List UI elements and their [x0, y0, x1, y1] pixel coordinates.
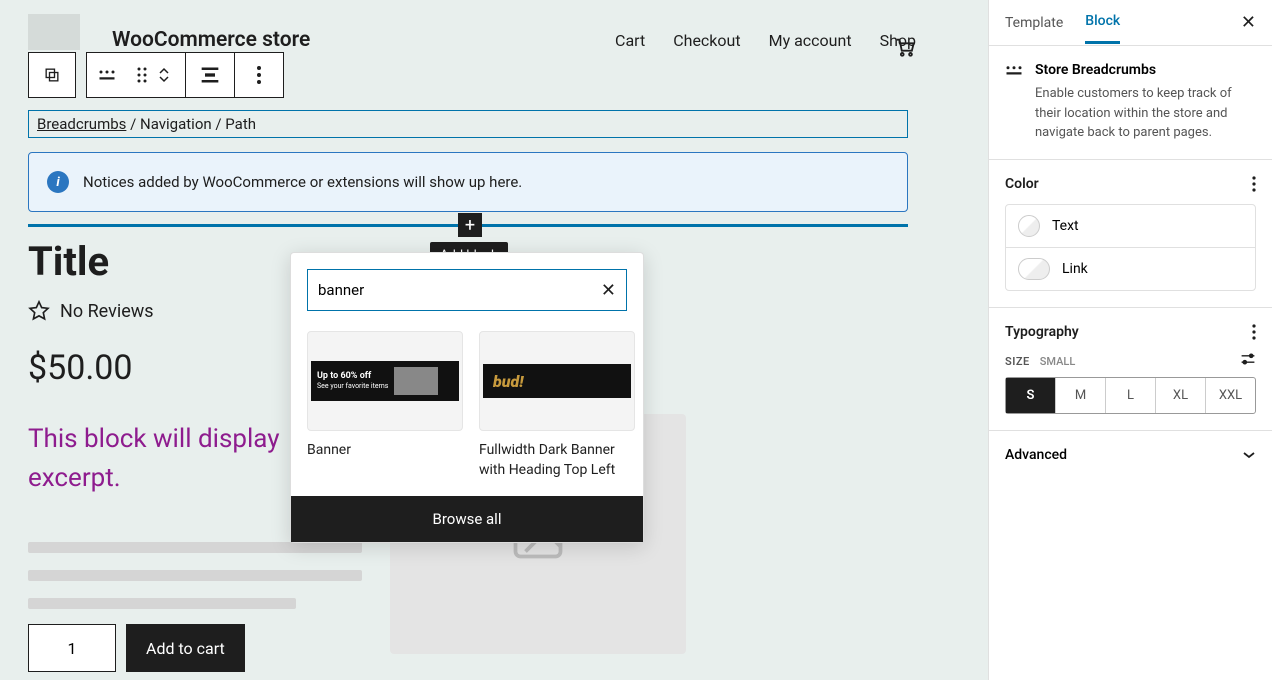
advanced-panel[interactable]: Advanced — [989, 431, 1272, 479]
store-notices-block[interactable]: i Notices added by WooCommerce or extens… — [28, 152, 908, 212]
toolbar-more-options[interactable] — [235, 53, 283, 97]
skeleton-line — [28, 598, 296, 609]
cart-icon[interactable] — [894, 36, 916, 58]
product-title[interactable]: Title — [28, 238, 109, 285]
size-label: SIZE — [1005, 355, 1030, 368]
clear-search-icon[interactable]: ✕ — [601, 280, 616, 301]
settings-sidebar: Template Block ✕ Store Breadcrumbs Enabl… — [988, 0, 1272, 680]
color-options-icon[interactable] — [1252, 176, 1256, 192]
size-l[interactable]: L — [1105, 378, 1155, 413]
info-icon: i — [47, 171, 69, 193]
size-s[interactable]: S — [1006, 378, 1055, 413]
no-reviews-label: No Reviews — [60, 301, 154, 322]
nav-my-account[interactable]: My account — [769, 31, 852, 50]
inserter-search[interactable]: ✕ — [307, 269, 627, 311]
advanced-label: Advanced — [1005, 447, 1067, 463]
block-name: Store Breadcrumbs — [1035, 62, 1256, 78]
color-link-label: Link — [1062, 261, 1088, 277]
product-price[interactable]: $50.00 — [28, 348, 133, 388]
size-m[interactable]: M — [1055, 378, 1105, 413]
main-navigation: Cart Checkout My account Shop — [615, 31, 916, 50]
toolbar-block-type[interactable] — [87, 53, 127, 97]
inserter-search-input[interactable] — [318, 281, 601, 299]
skeleton-line — [28, 542, 362, 553]
quantity-input[interactable]: 1 — [28, 624, 116, 672]
toolbar-movers[interactable] — [157, 67, 185, 83]
notice-text: Notices added by WooCommerce or extensio… — [83, 173, 522, 191]
breadcrumb-first: Breadcrumbs — [37, 115, 126, 133]
color-swatch-icon — [1018, 258, 1050, 280]
add-to-cart-button[interactable]: Add to cart — [126, 624, 245, 672]
block-description: Enable customers to keep track of their … — [1035, 84, 1256, 143]
browse-all-button[interactable]: Browse all — [291, 496, 643, 542]
nav-checkout[interactable]: Checkout — [673, 31, 740, 50]
toolbar-select-parent[interactable] — [29, 53, 75, 97]
color-section-title: Color — [1005, 176, 1256, 192]
pattern-label: Banner — [307, 441, 463, 461]
pattern-label: Fullwidth Dark Banner with Heading Top L… — [479, 441, 635, 480]
site-logo-placeholder — [28, 14, 80, 50]
custom-size-icon[interactable] — [1240, 352, 1256, 366]
pattern-thumbnail: Up to 60% offSee your favorite items — [307, 331, 463, 431]
pattern-thumbnail: bud! — [479, 331, 635, 431]
toolbar-align[interactable] — [186, 53, 234, 97]
tab-template[interactable]: Template — [1005, 3, 1063, 43]
block-icon — [1005, 62, 1023, 76]
inserter-pattern-fullwidth-dark-banner[interactable]: bud! Fullwidth Dark Banner with Heading … — [479, 331, 635, 480]
product-reviews[interactable]: No Reviews — [28, 300, 154, 322]
nav-cart[interactable]: Cart — [615, 31, 645, 50]
color-text-label: Text — [1052, 218, 1079, 234]
size-xxl[interactable]: XXL — [1205, 378, 1255, 413]
block-inserter-popover: ✕ Up to 60% offSee your favorite items B… — [290, 252, 644, 543]
toolbar-drag-handle[interactable] — [127, 53, 157, 97]
color-swatch-icon — [1018, 215, 1040, 237]
close-sidebar-icon[interactable]: ✕ — [1241, 12, 1256, 33]
add-block-button[interactable]: + — [458, 213, 482, 237]
chevron-down-icon — [1242, 451, 1256, 459]
size-xl[interactable]: XL — [1155, 378, 1205, 413]
breadcrumbs-block[interactable]: Breadcrumbs / Navigation / Path — [28, 110, 908, 138]
breadcrumb-rest: / Navigation / Path — [126, 115, 256, 133]
typography-options-icon[interactable] — [1252, 324, 1256, 340]
typography-section-title: Typography — [1005, 324, 1256, 340]
tab-block[interactable]: Block — [1085, 1, 1120, 44]
color-link-row[interactable]: Link — [1006, 247, 1255, 290]
skeleton-line — [28, 570, 362, 581]
color-text-row[interactable]: Text — [1006, 205, 1255, 247]
inserter-pattern-banner[interactable]: Up to 60% offSee your favorite items Ban… — [307, 331, 463, 480]
site-title: WooCommerce store — [112, 28, 310, 52]
block-toolbar — [28, 52, 284, 98]
star-icon — [28, 300, 50, 322]
size-presets: S M L XL XXL — [1005, 377, 1256, 414]
size-value: SMALL — [1040, 355, 1076, 368]
